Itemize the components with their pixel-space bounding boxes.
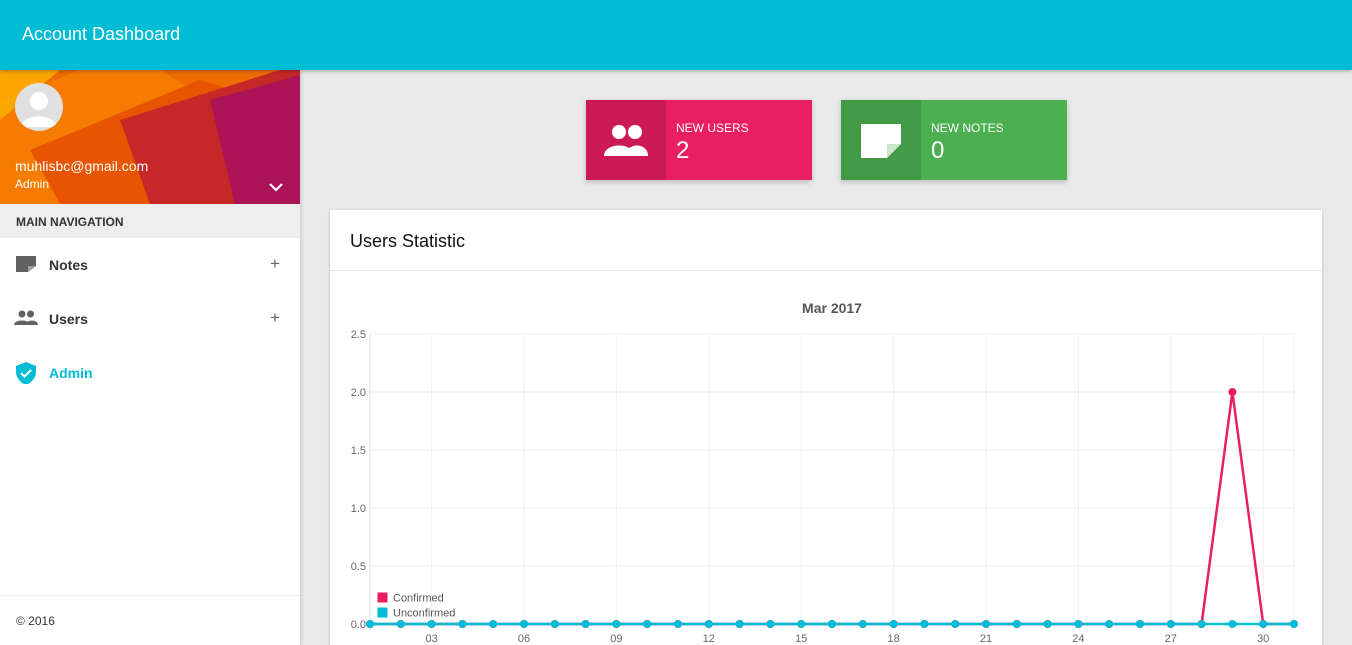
data-point bbox=[1136, 620, 1144, 628]
sidebar-item-label: Users bbox=[49, 311, 88, 327]
sidebar-item-users[interactable]: Users + bbox=[0, 292, 300, 346]
data-point bbox=[643, 620, 652, 628]
top-bar: Account Dashboard bbox=[0, 0, 1352, 70]
x-tick-label: 09 bbox=[610, 633, 622, 645]
avatar[interactable] bbox=[15, 83, 63, 131]
legend-label: Confirmed bbox=[393, 593, 444, 605]
x-tick-label: 21 bbox=[980, 633, 992, 645]
data-point bbox=[581, 620, 590, 628]
users-statistic-chart: Mar 2017 0.0 0.5 1.0 1.5 2.0 2.5 03 06 09 12 15 18 21… bbox=[351, 300, 1298, 645]
sidebar-item-admin[interactable]: Admin bbox=[0, 346, 300, 400]
users-statistic-card: Users Statistic Mar 2017 0.0 0.5 1.0 1.5 2.0 2… bbox=[330, 210, 1322, 645]
user-email: muhlisbc@gmail.com bbox=[15, 158, 149, 174]
x-tick-label: 24 bbox=[1072, 633, 1084, 645]
data-point bbox=[366, 620, 374, 628]
data-point bbox=[427, 620, 436, 628]
people-icon bbox=[604, 125, 648, 156]
x-tick-label: 27 bbox=[1165, 633, 1177, 645]
data-point bbox=[828, 620, 836, 628]
data-point bbox=[674, 620, 682, 628]
data-point bbox=[982, 620, 990, 628]
expand-icon[interactable]: + bbox=[270, 308, 280, 328]
new-users-info-box[interactable]: NEW USERS 2 bbox=[586, 100, 812, 180]
data-point bbox=[396, 620, 405, 628]
icon-wrap bbox=[586, 100, 666, 180]
y-tick-label: 2.5 bbox=[351, 329, 366, 341]
nav-header: MAIN NAVIGATION bbox=[0, 204, 300, 238]
user-info-panel: muhlisbc@gmail.com Admin bbox=[0, 70, 300, 204]
note-icon bbox=[16, 256, 36, 272]
data-point bbox=[1074, 620, 1083, 628]
data-point bbox=[1228, 388, 1237, 396]
x-tick-label: 12 bbox=[703, 633, 715, 645]
sidebar-item-label: Notes bbox=[49, 257, 88, 273]
x-tick-label: 03 bbox=[425, 633, 437, 645]
chevron-down-icon[interactable] bbox=[267, 180, 285, 194]
sidebar-item-label: Admin bbox=[49, 365, 93, 381]
data-point bbox=[1197, 620, 1206, 628]
sidebar: muhlisbc@gmail.com Admin MAIN NAVIGATION… bbox=[0, 70, 300, 645]
data-point bbox=[889, 620, 898, 628]
x-tick-label: 06 bbox=[518, 633, 530, 645]
data-point bbox=[920, 620, 929, 628]
new-users-count: 2 bbox=[676, 137, 690, 164]
legend-swatch bbox=[376, 591, 389, 604]
data-point bbox=[550, 620, 559, 628]
data-point bbox=[951, 620, 960, 628]
sidebar-item-notes[interactable]: Notes + bbox=[0, 238, 300, 292]
new-users-label: NEW USERS bbox=[676, 121, 749, 135]
x-tick-label: 15 bbox=[795, 633, 807, 645]
shield-check-icon bbox=[16, 362, 36, 384]
data-point bbox=[1166, 620, 1175, 628]
data-point bbox=[704, 620, 713, 628]
y-tick-label: 0.0 bbox=[351, 619, 366, 631]
data-point bbox=[858, 620, 867, 628]
expand-icon[interactable]: + bbox=[270, 254, 280, 274]
icon-wrap bbox=[841, 100, 921, 180]
data-point bbox=[520, 620, 528, 628]
data-point bbox=[612, 620, 621, 628]
data-point bbox=[458, 620, 467, 628]
x-tick-label: 30 bbox=[1257, 633, 1269, 645]
y-tick-label: 2.0 bbox=[351, 387, 366, 399]
data-point bbox=[489, 620, 498, 628]
legend-swatch bbox=[376, 606, 389, 619]
data-point bbox=[1228, 620, 1237, 628]
legend-label: Unconfirmed bbox=[393, 608, 455, 620]
chart-title: Mar 2017 bbox=[802, 300, 862, 316]
note-icon bbox=[861, 124, 901, 158]
user-role: Admin bbox=[15, 177, 50, 191]
data-point bbox=[1012, 620, 1021, 628]
data-point bbox=[797, 620, 806, 628]
new-notes-info-box[interactable]: NEW NOTES 0 bbox=[841, 100, 1067, 180]
x-tick-label: 18 bbox=[887, 633, 899, 645]
new-notes-count: 0 bbox=[931, 137, 945, 164]
y-tick-label: 1.0 bbox=[351, 503, 366, 515]
data-point bbox=[1043, 620, 1052, 628]
y-tick-label: 1.5 bbox=[351, 445, 366, 457]
new-notes-label: NEW NOTES bbox=[931, 121, 1004, 135]
people-icon bbox=[14, 310, 38, 325]
data-point bbox=[1290, 620, 1298, 628]
app-title[interactable]: Account Dashboard bbox=[22, 24, 180, 45]
data-point bbox=[1259, 620, 1268, 628]
data-point bbox=[766, 620, 775, 628]
sidebar-footer: © 2016 bbox=[0, 595, 300, 645]
data-point bbox=[1105, 620, 1114, 628]
data-point bbox=[735, 620, 744, 628]
y-tick-label: 0.5 bbox=[351, 561, 366, 573]
